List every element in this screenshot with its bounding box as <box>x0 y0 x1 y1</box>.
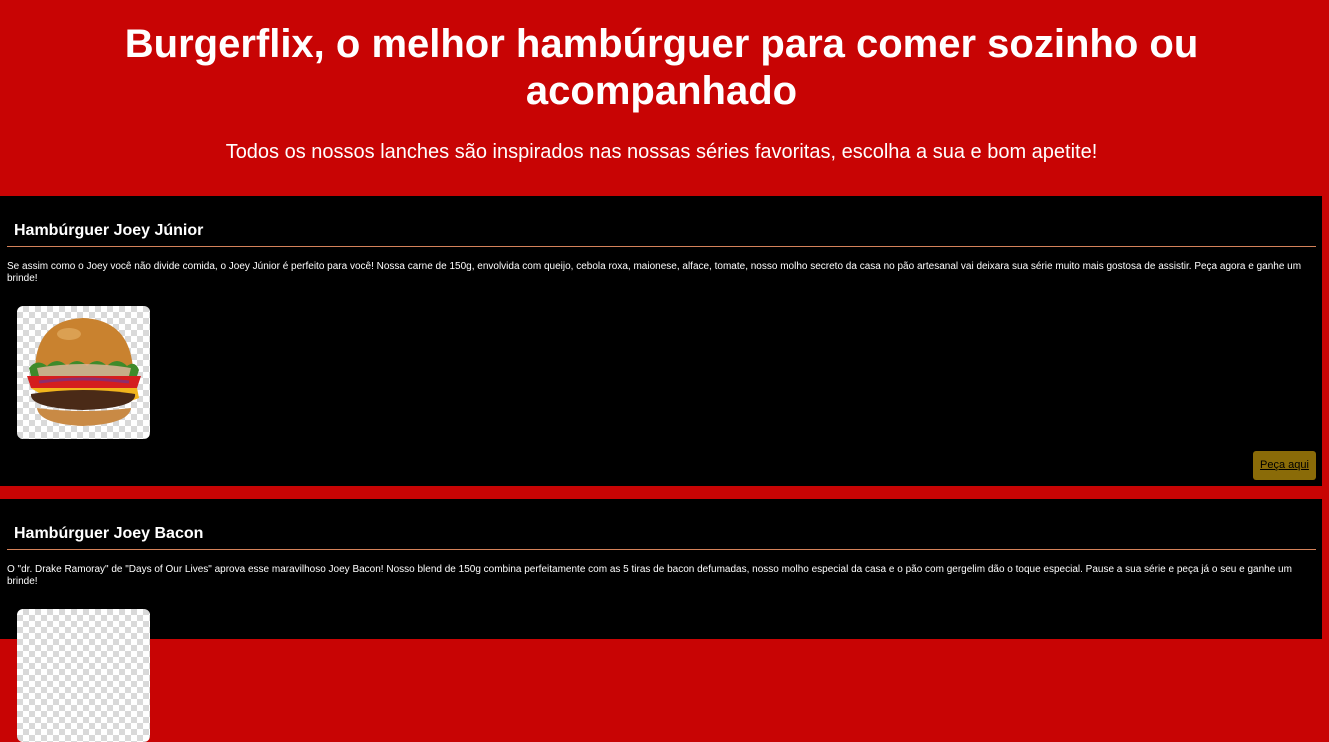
burger-icon <box>27 318 141 426</box>
page-title: Burgerflix, o melhor hambúrguer para com… <box>124 22 1199 113</box>
product-description: O "dr. Drake Ramoray" de "Days of Our Li… <box>7 564 1292 587</box>
product-title: Hambúrguer Joey Bacon <box>14 525 204 542</box>
product-card: Hambúrguer Joey Bacon O "dr. Drake Ramor… <box>0 499 1322 742</box>
burger-image <box>17 306 150 439</box>
title-divider <box>7 246 1316 247</box>
title-divider <box>7 549 1316 550</box>
page-subtitle: Todos os nossos lanches são inspirados n… <box>225 141 1098 163</box>
order-button[interactable]: Peça aqui <box>1253 451 1316 480</box>
page-header: Burgerflix, o melhor hambúrguer para com… <box>0 0 1329 196</box>
product-title: Hambúrguer Joey Júnior <box>14 222 204 239</box>
burger-image <box>17 609 150 742</box>
product-card: Hambúrguer Joey Júnior Se assim como o J… <box>0 196 1322 486</box>
product-description: Se assim como o Joey você não divide com… <box>7 261 1302 284</box>
page-edge <box>1322 196 1329 615</box>
